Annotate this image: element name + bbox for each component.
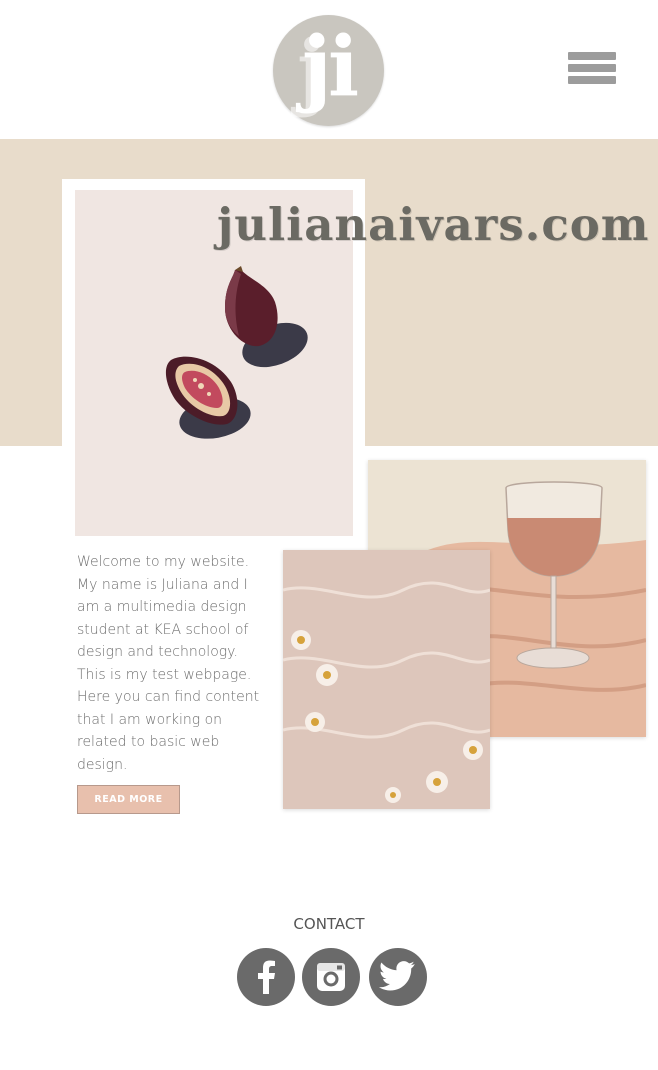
twitter-glyph [378, 961, 415, 991]
intro-text: Welcome to my website. My name is Julian… [77, 554, 260, 773]
ji-monogram-logo-icon: j j i [290, 19, 359, 119]
hamburger-menu-icon[interactable] [568, 52, 616, 88]
menu-bar [568, 76, 616, 84]
menu-bar [568, 52, 616, 60]
facebook-icon[interactable] [237, 948, 295, 1006]
daisies-illustration [283, 581, 490, 803]
twitter-icon[interactable] [369, 948, 427, 1006]
daisies-in-water-photo [283, 550, 490, 809]
read-more-button[interactable]: READ MORE [77, 785, 180, 814]
svg-text:i: i [328, 19, 359, 115]
facebook-glyph [258, 960, 275, 994]
menu-bar [568, 64, 616, 72]
logo[interactable]: j j i [273, 15, 384, 126]
site-title: julianaivars.com [217, 198, 650, 251]
instagram-icon[interactable] [302, 948, 360, 1006]
contact-heading: CONTACT [293, 915, 365, 933]
instagram-glyph [317, 963, 345, 991]
